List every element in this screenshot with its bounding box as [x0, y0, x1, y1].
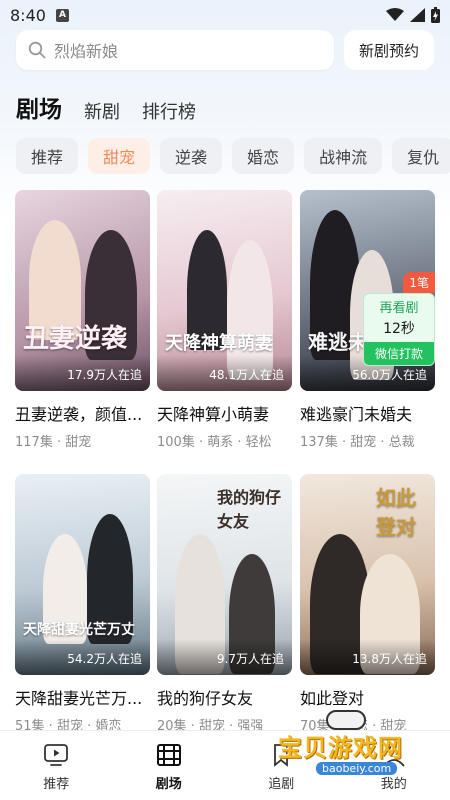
- drama-title[interactable]: 如此登对: [300, 685, 435, 709]
- battery-icon: [431, 7, 440, 23]
- drama-card[interactable]: 如此登对 13.8万人在追 如此登对 70集 · 婚恋 · 甜宠: [300, 474, 435, 734]
- follower-count: 54.2万人在追: [67, 652, 142, 666]
- poster-title-art: 天降甜妻光芒万丈: [23, 622, 135, 638]
- drama-poster[interactable]: 难逃未婚夫 56.0万人在追 1笔 再看剧 12秒 微信打款: [300, 190, 435, 391]
- reward-ad-widget[interactable]: 1笔 再看剧 12秒 微信打款: [363, 272, 435, 366]
- drama-title[interactable]: 天降甜妻光芒万...: [15, 685, 150, 709]
- film-strip-icon: [156, 744, 181, 766]
- poster-title-art: 如此登对: [376, 486, 416, 539]
- drama-title[interactable]: 天降神算小萌妻: [157, 401, 292, 425]
- follower-count: 48.1万人在追: [209, 368, 284, 382]
- drama-card[interactable]: 天降甜妻光芒万丈 54.2万人在追 天降甜妻光芒万... 51集 · 甜宠 · …: [15, 474, 150, 734]
- poster-title-art: 天降神算萌妻: [165, 333, 273, 354]
- poster-title-art: 丑妻逆袭: [23, 324, 128, 354]
- nav-label: 追剧: [268, 777, 295, 792]
- category-chips: 推荐 甜宠 逆袭 婚恋 战神流 复仇: [16, 138, 450, 174]
- search-icon: [28, 41, 46, 59]
- tab-ranking[interactable]: 排行榜: [142, 98, 196, 124]
- chip-romance[interactable]: 婚恋: [232, 138, 295, 174]
- drama-poster[interactable]: 天降神算萌妻 48.1万人在追: [157, 190, 292, 391]
- drama-meta: 117集 · 甜宠: [15, 435, 92, 450]
- main-tabs: 剧场 新剧 排行榜: [16, 90, 196, 124]
- status-time: 8:40: [10, 5, 46, 25]
- follower-count: 17.9万人在追: [67, 368, 142, 382]
- drama-meta: 137集 · 甜宠 · 总裁: [300, 435, 415, 450]
- notification-a-icon: A: [55, 8, 69, 22]
- drama-card[interactable]: 丑妻逆袭 17.9万人在追 丑妻逆袭，颜值... 117集 · 甜宠: [15, 190, 150, 450]
- nav-label: 推荐: [43, 777, 70, 792]
- drama-poster[interactable]: 天降甜妻光芒万丈 54.2万人在追: [15, 474, 150, 675]
- nav-profile[interactable]: 我的: [338, 731, 450, 800]
- tab-theater[interactable]: 剧场: [16, 90, 62, 124]
- drama-title[interactable]: 难逃豪门未婚夫: [300, 401, 435, 425]
- wechat-payout-button[interactable]: 微信打款: [364, 342, 434, 365]
- drama-poster[interactable]: 我的狗仔女友 9.7万人在追: [157, 474, 292, 675]
- drama-card[interactable]: 我的狗仔女友 9.7万人在追 我的狗仔女友 20集 · 甜宠 · 强强: [157, 474, 292, 734]
- reward-badge: 1笔: [403, 272, 435, 293]
- drama-title[interactable]: 我的狗仔女友: [157, 685, 292, 709]
- tab-new-drama[interactable]: 新剧: [84, 98, 120, 124]
- drama-poster[interactable]: 如此登对 13.8万人在追: [300, 474, 435, 675]
- drama-title[interactable]: 丑妻逆袭，颜值...: [15, 401, 150, 425]
- nav-label: 剧场: [155, 777, 182, 792]
- follower-count: 9.7万人在追: [216, 652, 284, 666]
- signal-icon: [410, 8, 425, 22]
- drama-meta: 100集 · 萌系 · 轻松: [157, 435, 272, 450]
- bottom-nav: 推荐 剧场 追剧 我的: [0, 730, 450, 800]
- chip-recommend[interactable]: 推荐: [16, 138, 79, 174]
- nav-following[interactable]: 追剧: [225, 731, 338, 800]
- chip-sweet[interactable]: 甜宠: [88, 138, 151, 174]
- drama-card[interactable]: 难逃未婚夫 56.0万人在追 1笔 再看剧 12秒 微信打款 难逃豪门未婚夫 1…: [300, 190, 435, 450]
- chip-revenge[interactable]: 复仇: [392, 138, 450, 174]
- search-input[interactable]: 烈焰新娘: [16, 30, 334, 70]
- nav-theater[interactable]: 剧场: [113, 731, 226, 800]
- follower-count: 13.8万人在追: [352, 652, 427, 666]
- reward-panel[interactable]: 再看剧 12秒 微信打款: [363, 293, 435, 366]
- search-placeholder: 烈焰新娘: [54, 42, 119, 61]
- new-drama-reserve-button[interactable]: 新剧预约: [344, 30, 434, 70]
- reward-line-1: 再看剧: [379, 301, 419, 316]
- user-icon: [383, 745, 405, 767]
- reward-countdown: 12秒: [383, 321, 415, 337]
- chip-war-god[interactable]: 战神流: [304, 138, 383, 174]
- drama-poster[interactable]: 丑妻逆袭 17.9万人在追: [15, 190, 150, 391]
- follower-count: 56.0万人在追: [352, 368, 427, 382]
- status-bar: 8:40 A: [0, 0, 450, 30]
- status-icons: [386, 7, 440, 23]
- nav-label: 我的: [380, 777, 407, 792]
- poster-title-art: 我的狗仔女友: [217, 488, 282, 531]
- drama-card[interactable]: 天降神算萌妻 48.1万人在追 天降神算小萌妻 100集 · 萌系 · 轻松: [157, 190, 292, 450]
- bookmark-icon: [274, 744, 289, 767]
- wifi-icon: [386, 8, 404, 21]
- chip-comeback[interactable]: 逆袭: [160, 138, 223, 174]
- nav-recommend[interactable]: 推荐: [0, 731, 113, 800]
- play-screen-icon: [44, 744, 69, 766]
